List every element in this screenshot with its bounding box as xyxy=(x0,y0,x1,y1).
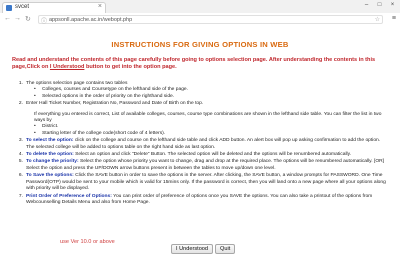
address-bar[interactable]: ⓘ appsonll.apache.ac.in/webopt.php ☆ xyxy=(38,15,383,25)
step-text: The options selection page contains two … xyxy=(26,81,128,86)
close-window-icon[interactable]: × xyxy=(387,1,398,9)
back-icon[interactable]: ← xyxy=(4,15,11,22)
step-label: To select the option: xyxy=(26,138,74,144)
page-content: INSTRUCTIONS FOR GIVING OPTIONS IN WEB R… xyxy=(0,26,400,276)
step-number: 3. xyxy=(18,138,23,144)
forward-icon[interactable]: → xyxy=(14,15,21,22)
step-text: Select the option whose priority you wan… xyxy=(26,159,385,171)
step-label: To delete the option: xyxy=(26,152,74,158)
step-number: 2. xyxy=(18,101,23,107)
page-title: INSTRUCTIONS FOR GIVING OPTIONS IN WEB xyxy=(111,40,289,49)
browser-chrome: svcet × – □ × ← → ↻ ⓘ appsonll.apache.ac… xyxy=(0,0,400,26)
window-controls: – □ × xyxy=(361,1,398,9)
reload-icon[interactable]: ↻ xyxy=(25,15,31,23)
version-note: use Ver 10.0 or above xyxy=(60,239,115,245)
instruction-step-2: 2. Enter Hall Ticket Number, Registratio… xyxy=(14,101,388,137)
instruction-step-6: 6. To Save the options: Click the SAVE b… xyxy=(14,173,388,192)
i-understood-button[interactable]: I Understood xyxy=(171,244,214,254)
step-text: click on the college and course on the l… xyxy=(26,138,381,150)
action-buttons: I Understood Quit xyxy=(171,244,236,254)
favicon-icon xyxy=(6,5,12,11)
instruction-step-7: 7. Print Order of Preference of Options:… xyxy=(14,194,388,207)
step-label: Print Order of Preference of Options: xyxy=(26,193,112,199)
maximize-icon[interactable]: □ xyxy=(374,1,385,9)
browser-menu-icon[interactable]: ≡ xyxy=(392,15,396,22)
tab-title: svcet xyxy=(15,4,30,10)
browser-toolbar: ← → ↻ ⓘ appsonll.apache.ac.in/webopt.php… xyxy=(0,13,400,26)
step-text: Select an option and click "Delete" Butt… xyxy=(73,152,352,158)
intro-text-part2: button to get into the option page. xyxy=(84,64,177,70)
minimize-icon[interactable]: – xyxy=(361,1,372,9)
url-text[interactable]: appsonll.apache.ac.in/webopt.php xyxy=(49,17,132,23)
instruction-step-1: 1. The options selection page contains t… xyxy=(14,81,388,100)
step-label: To change the priority: xyxy=(26,159,79,165)
intro-text: Read and understand the contents of this… xyxy=(12,57,392,71)
step-bullet: Selected options in the order of priorit… xyxy=(42,93,175,99)
instruction-step-3: 3. To select the option: click on the co… xyxy=(14,138,388,151)
step-extra-text: If everything you entered is correct, Li… xyxy=(34,111,382,124)
step-number: 1. xyxy=(18,81,23,86)
instruction-step-4: 4. To delete the option: Select an optio… xyxy=(14,152,388,158)
step-number: 6. xyxy=(18,173,23,179)
instruction-step-5: 5. To change the priority: Select the op… xyxy=(14,159,388,172)
tab-close-icon[interactable]: × xyxy=(98,3,102,10)
step-number: 7. xyxy=(18,193,23,199)
intro-understood-link: I Understood xyxy=(49,64,85,70)
page-info-icon[interactable]: ⓘ xyxy=(41,16,47,25)
step-text: Enter Hall Ticket Number, Registration N… xyxy=(26,101,204,107)
browser-tab[interactable]: svcet × xyxy=(2,2,106,13)
bookmark-star-icon[interactable]: ☆ xyxy=(375,16,380,23)
step-number: 4. xyxy=(18,152,23,158)
step-bullet: Starting letter of the college code(shor… xyxy=(42,130,166,136)
step-number: 5. xyxy=(18,159,23,165)
step-label: To Save the options: xyxy=(26,173,74,179)
step-text: Click the SAVE button in order to save t… xyxy=(26,173,386,192)
quit-button[interactable]: Quit xyxy=(215,244,236,254)
instruction-list: 1. The options selection page contains t… xyxy=(14,81,388,207)
